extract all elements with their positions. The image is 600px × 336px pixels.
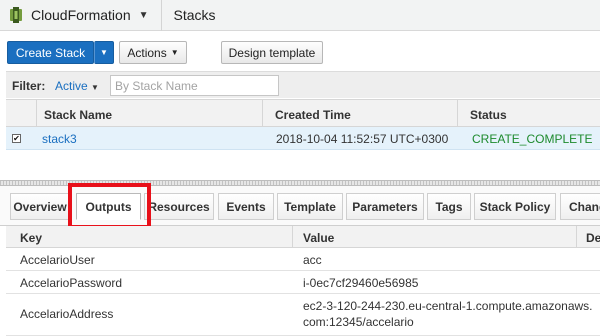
stack-name-link[interactable]: stack3 (42, 132, 77, 146)
detail-tabs: Overview Outputs Resources Events Templa… (0, 186, 600, 226)
output-key: AccelarioAddress (20, 307, 114, 321)
table-row[interactable]: ✔ stack3 2018-10-04 11:52:57 UTC+0300 CR… (6, 127, 600, 150)
column-stack-name[interactable]: Stack Name (44, 108, 112, 122)
create-stack-label: Create Stack (15, 45, 86, 60)
design-template-label: Design template (228, 45, 316, 60)
status-badge: CREATE_COMPLETE (472, 132, 593, 146)
tab-label: Stack Policy (479, 199, 551, 214)
top-header: CloudFormation ▼ Stacks (0, 0, 600, 31)
chevron-down-icon: ▼ (170, 48, 179, 57)
tab-overview[interactable]: Overview (10, 193, 70, 220)
tab-change-sets[interactable]: Chang (560, 193, 600, 220)
row-checkbox[interactable]: ✔ (12, 134, 21, 143)
tab-template[interactable]: Template (277, 193, 343, 220)
service-name: CloudFormation (31, 7, 131, 23)
output-value: ec2-3-120-244-230.eu-central-1.compute.a… (303, 299, 593, 313)
design-template-button[interactable]: Design template (221, 41, 323, 64)
table-row: AccelarioPassword i-0ec7cf29460e56985 (6, 271, 600, 294)
table-row: AccelarioUser acc (6, 248, 600, 271)
column-status[interactable]: Status (470, 108, 507, 122)
column-divider (262, 100, 263, 127)
tab-label: Parameters (352, 199, 418, 214)
create-stack-button[interactable]: Create Stack (7, 41, 94, 64)
tab-stack-policy[interactable]: Stack Policy (474, 193, 556, 220)
output-key: AccelarioUser (20, 253, 95, 267)
column-divider (36, 100, 37, 127)
filter-status-dropdown[interactable]: Active ▼ (55, 79, 99, 93)
filter-status-label: Active (55, 79, 88, 93)
service-menu[interactable]: CloudFormation ▼ (0, 0, 162, 31)
tab-parameters[interactable]: Parameters (346, 193, 424, 220)
output-value-continued: com:12345/accelario (303, 315, 414, 329)
tab-label: Resources (148, 199, 210, 214)
tab-tags[interactable]: Tags (427, 193, 471, 220)
output-value: i-0ec7cf29460e56985 (303, 276, 419, 290)
actions-label: Actions (127, 45, 167, 60)
created-time: 2018-10-04 11:52:57 UTC+0300 (276, 132, 449, 146)
stack-name-search-input[interactable] (110, 75, 279, 96)
actions-button[interactable]: Actions ▼ (119, 41, 187, 64)
create-stack-dropdown[interactable]: ▼ (94, 41, 114, 64)
breadcrumb: Stacks (173, 7, 216, 23)
stacks-table-header: Stack Name Created Time Status (6, 99, 600, 127)
outputs-table-header: Key Value De (6, 226, 600, 248)
column-value[interactable]: Value (303, 231, 334, 245)
chevron-down-icon: ▼ (138, 9, 149, 21)
column-divider (576, 226, 577, 248)
tab-label: Chang (569, 199, 600, 214)
output-key: AccelarioPassword (20, 276, 123, 290)
tab-outputs[interactable]: Outputs (76, 193, 141, 220)
chevron-down-icon: ▼ (100, 48, 108, 57)
filter-bar: Filter: Active ▼ (6, 71, 600, 98)
column-divider (457, 100, 458, 127)
column-key[interactable]: Key (20, 231, 42, 245)
output-value: acc (303, 253, 322, 267)
tab-resources[interactable]: Resources (144, 193, 214, 220)
tab-label: Tags (435, 199, 463, 214)
tab-label: Overview (13, 199, 67, 214)
tab-events[interactable]: Events (218, 193, 274, 220)
column-created-time[interactable]: Created Time (275, 108, 351, 122)
column-divider (292, 226, 293, 248)
cloudformation-icon (10, 7, 22, 23)
column-description[interactable]: De (586, 231, 600, 245)
chevron-down-icon: ▼ (91, 83, 99, 92)
filter-label: Filter: (12, 79, 46, 93)
tab-label: Outputs (85, 199, 132, 214)
table-row: AccelarioAddress ec2-3-120-244-230.eu-ce… (6, 294, 600, 336)
tab-label: Template (284, 199, 336, 214)
tab-label: Events (226, 199, 266, 214)
